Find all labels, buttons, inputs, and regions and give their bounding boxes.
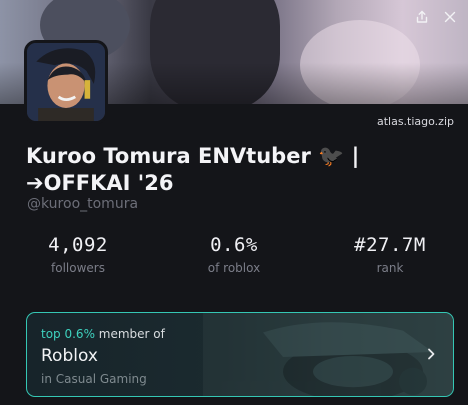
community-rank-line: top 0.6% member of (41, 327, 165, 341)
chevron-right-icon (428, 348, 435, 360)
share-icon[interactable] (414, 9, 430, 25)
community-subtitle: in Casual Gaming (41, 372, 147, 386)
stat-label: followers (51, 261, 105, 275)
stat-value: #27.7M (354, 234, 426, 256)
profile-stats: 4,092 followers 0.6% of roblox #27.7M ra… (0, 234, 468, 275)
stat-value: 0.6% (210, 234, 258, 256)
community-card[interactable]: top 0.6% member of Roblox in Casual Gami… (26, 312, 454, 397)
profile-site-link[interactable]: atlas.tiago.zip (377, 115, 454, 128)
community-rank-suffix: member of (98, 327, 165, 341)
stat-value: 4,092 (48, 234, 108, 256)
stat-percent: 0.6% of roblox (156, 234, 312, 275)
stat-rank: #27.7M rank (312, 234, 468, 275)
avatar-portrait (27, 43, 105, 121)
stat-label: rank (376, 261, 404, 275)
stat-label: of roblox (207, 261, 261, 275)
community-rank-percent: top 0.6% (41, 327, 95, 341)
community-card-art (203, 313, 453, 396)
community-title: Roblox (41, 346, 98, 366)
profile-display-name: Kuroo Tomura ENVtuber 🐦‍⬛ | ➔OFFKAI '26 (26, 144, 360, 195)
profile-handle: @kuroo_tomura (27, 196, 139, 212)
avatar[interactable] (24, 40, 108, 124)
stat-followers: 4,092 followers (0, 234, 156, 275)
close-icon[interactable] (442, 9, 458, 25)
